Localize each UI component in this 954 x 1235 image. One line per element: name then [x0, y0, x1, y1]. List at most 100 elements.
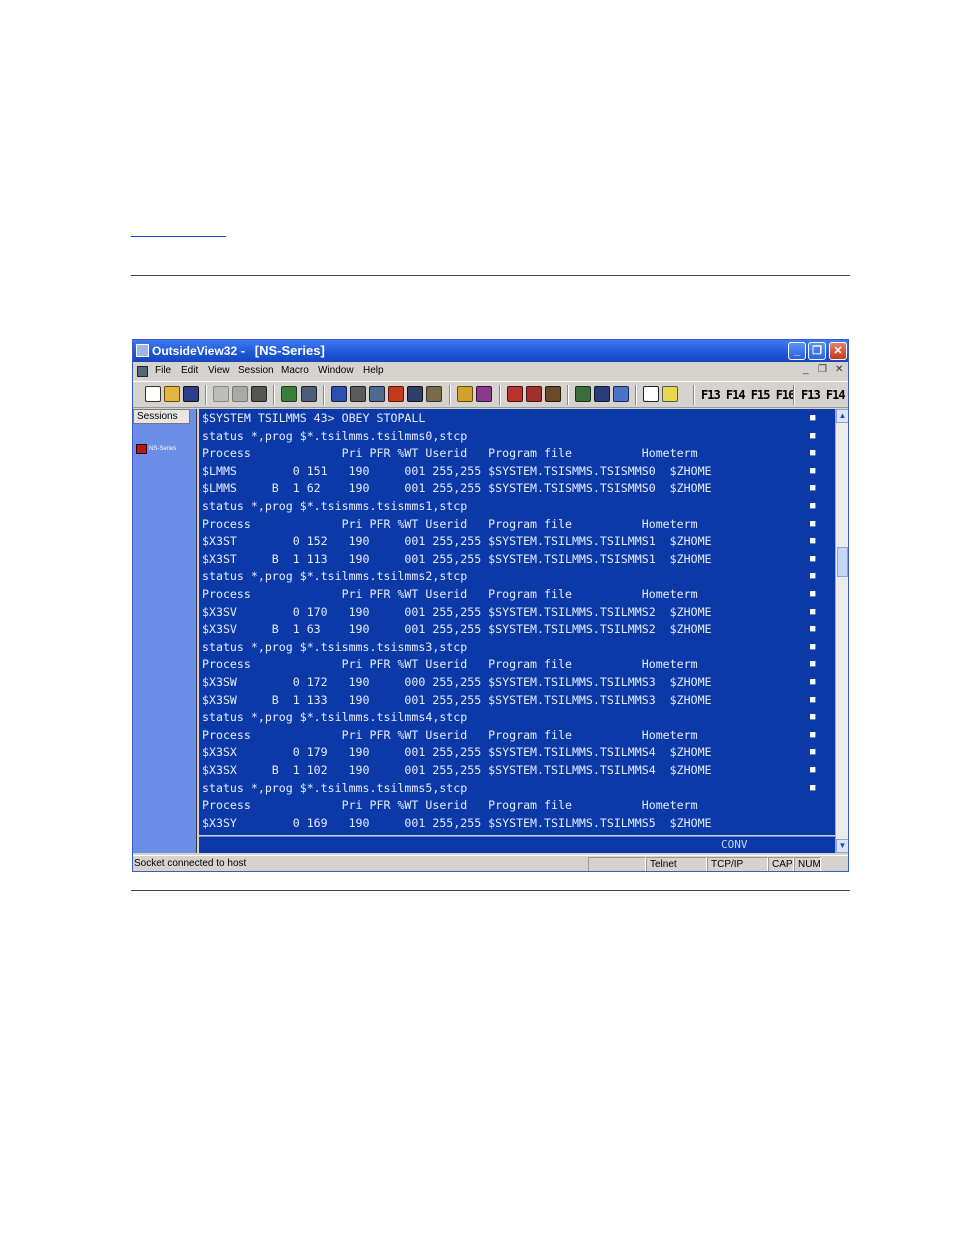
copy-icon[interactable] — [213, 386, 229, 402]
menu-window[interactable]: Window — [318, 365, 354, 376]
sessions-header: Sessions — [133, 409, 190, 424]
terminal-line: $X3SV B 1 63 190 001 255,255 $SYSTEM.TSI… — [202, 621, 815, 638]
terminal-line: $X3SX B 1 102 190 001 255,255 $SYSTEM.TS… — [202, 762, 815, 779]
terminal-line: status *,prog $*.tsilmms.tsilmms0,stcp ■ — [202, 428, 815, 445]
line-marker-icon: ■ — [810, 712, 816, 723]
line-marker-icon: ■ — [810, 483, 816, 494]
disconnect-icon[interactable] — [301, 386, 317, 402]
session-item-ns-series[interactable]: NS-Series — [136, 440, 176, 458]
line-marker-icon: ■ — [810, 589, 816, 599]
terminal-line: Process Pri PFR %WT Userid Program file … — [202, 727, 815, 744]
record-icon[interactable] — [426, 386, 442, 402]
terminal-line: $X3SX 0 179 190 001 255,255 $SYSTEM.TSIL… — [202, 744, 815, 761]
session-label: NS-Series — [149, 445, 177, 452]
close-button[interactable]: ✕ — [829, 342, 847, 360]
app-title: OutsideView32 — [152, 344, 238, 358]
bottom-divider — [131, 890, 850, 891]
terminal-session-icon — [136, 443, 147, 454]
capture-icon[interactable] — [594, 386, 610, 402]
title-separator: - — [240, 343, 246, 358]
session-add-icon[interactable] — [526, 386, 542, 402]
binary-icon[interactable] — [369, 386, 385, 402]
terminal-line-text: Process Pri PFR %WT Userid Program file … — [202, 727, 698, 742]
new-file-icon[interactable] — [145, 386, 161, 402]
script-icon[interactable] — [407, 386, 423, 402]
terminal-line-text: $X3SX B 1 102 190 001 255,255 $SYSTEM.TS… — [202, 763, 712, 777]
scroll-down-icon[interactable]: ▼ — [836, 839, 848, 853]
terminal-line-text: status *,prog $*.tsismms.tsismms1,stcp — [202, 499, 468, 513]
scroll-thumb[interactable] — [837, 547, 848, 577]
print-icon[interactable] — [251, 386, 267, 402]
save-icon[interactable] — [183, 386, 199, 402]
maximize-button[interactable]: ❐ — [808, 342, 826, 360]
line-marker-icon: ■ — [810, 659, 816, 670]
document-menu-icon[interactable] — [137, 366, 148, 377]
transfer-icon[interactable] — [350, 386, 366, 402]
terminal-screen[interactable]: $SYSTEM TSILMMS 43> OBEY STOPALL ■ status … — [199, 409, 835, 835]
connect-icon[interactable] — [281, 386, 297, 402]
terminal-line-text: status *,prog $*.tsilmms.tsilmms4,stcp — [202, 710, 468, 725]
terminal-line: status *,prog $*.tsismms.tsismms3,stcp ■ — [202, 639, 815, 656]
paste-icon[interactable] — [232, 386, 248, 402]
terminal-line-text: $X3SX 0 179 190 001 255,255 $SYSTEM.TSIL… — [202, 745, 712, 760]
session-list-icon[interactable] — [545, 386, 561, 402]
menu-view[interactable]: View — [208, 365, 230, 376]
terminal-line: status *,prog $*.tsilmms.tsilmms4,stcp ■ — [202, 709, 815, 726]
terminal-mode: CONV — [721, 838, 748, 851]
line-marker-icon: ■ — [810, 553, 816, 564]
outsideview-window: OutsideView32 - [NS-Series] _ ❐ ✕ File E… — [132, 339, 849, 872]
underlined-link[interactable] — [131, 236, 226, 237]
line-marker-icon: ■ — [810, 729, 816, 740]
blank-icon[interactable] — [643, 386, 659, 402]
window-title: OutsideView32 - [NS-Series] — [152, 343, 325, 358]
screen-icon[interactable] — [331, 386, 347, 402]
status-num: NUM — [794, 857, 821, 871]
menu-file[interactable]: File — [155, 365, 171, 376]
menu-edit[interactable]: Edit — [181, 365, 198, 376]
menu-macro[interactable]: Macro — [281, 365, 309, 376]
mdi-close-icon[interactable]: ✕ — [835, 364, 843, 375]
status-caps: CAP — [768, 857, 794, 871]
terminal-line: $X3ST B 1 113 190 001 255,255 $SYSTEM.TS… — [202, 551, 815, 568]
terminal-line: Process Pri PFR %WT Userid Program file … — [202, 445, 815, 462]
line-marker-icon: ■ — [810, 641, 816, 652]
macro-icon[interactable] — [476, 386, 492, 402]
menu-bar: File Edit View Session Macro Window Help… — [133, 362, 848, 381]
function-keys-right[interactable]: F13 F14 — [801, 388, 846, 402]
minimize-button[interactable]: _ — [788, 342, 806, 360]
terminal-line-text: Process Pri PFR %WT Userid Program file … — [202, 587, 698, 601]
title-bar[interactable]: OutsideView32 - [NS-Series] _ ❐ ✕ — [133, 340, 848, 362]
menu-session[interactable]: Session — [238, 365, 274, 376]
terminal-line-text: status *,prog $*.tsismms.tsismms3,stcp — [202, 639, 468, 654]
function-icon[interactable] — [388, 386, 404, 402]
cut-icon[interactable] — [575, 386, 591, 402]
terminal-line-text: $X3SV B 1 63 190 001 255,255 $SYSTEM.TSI… — [202, 622, 712, 637]
terminal-line: $X3ST 0 152 190 001 255,255 $SYSTEM.TSIL… — [202, 533, 815, 550]
terminal-line: $SYSTEM TSILMMS 43> OBEY STOPALL ■ — [202, 410, 815, 427]
terminal-line: $LMMS B 1 62 190 001 255,255 $SYSTEM.TSI… — [202, 480, 815, 497]
sessions-panel: Sessions NS-Series — [133, 409, 197, 853]
line-marker-icon: ■ — [810, 677, 816, 687]
status-blank-cell — [588, 857, 646, 871]
status-bar: Socket connected to host Telnet TCP/IP C… — [133, 855, 848, 871]
terminal-line-text: $X3SW 0 172 190 000 255,255 $SYSTEM.TSIL… — [202, 675, 712, 689]
line-marker-icon: ■ — [810, 413, 816, 423]
terminal-line: $X3SY 0 169 190 001 255,255 $SYSTEM.TSIL… — [202, 815, 712, 832]
help-icon[interactable] — [662, 386, 678, 402]
top-divider — [131, 275, 850, 276]
mdi-restore-icon[interactable]: ❐ — [818, 364, 827, 375]
tools-icon[interactable] — [457, 386, 473, 402]
mdi-minimize-icon[interactable]: _ — [803, 364, 809, 375]
session-icon[interactable] — [507, 386, 523, 402]
app-icon — [136, 344, 149, 357]
vertical-scrollbar[interactable]: ▲ ▼ — [835, 409, 848, 853]
menu-help[interactable]: Help — [363, 365, 384, 376]
windows-icon[interactable] — [613, 386, 629, 402]
line-marker-icon: ■ — [810, 765, 816, 775]
terminal-line-text: status *,prog $*.tsilmms.tsilmms5,stcp — [202, 780, 468, 795]
terminal-line-text: $X3ST B 1 113 190 001 255,255 $SYSTEM.TS… — [202, 551, 712, 566]
scroll-up-icon[interactable]: ▲ — [836, 409, 848, 423]
open-folder-icon[interactable] — [164, 386, 180, 402]
terminal-line-text: $X3ST 0 152 190 001 255,255 $SYSTEM.TSIL… — [202, 534, 712, 549]
function-keys[interactable]: F13 F14 F15 F16 — [701, 388, 795, 402]
